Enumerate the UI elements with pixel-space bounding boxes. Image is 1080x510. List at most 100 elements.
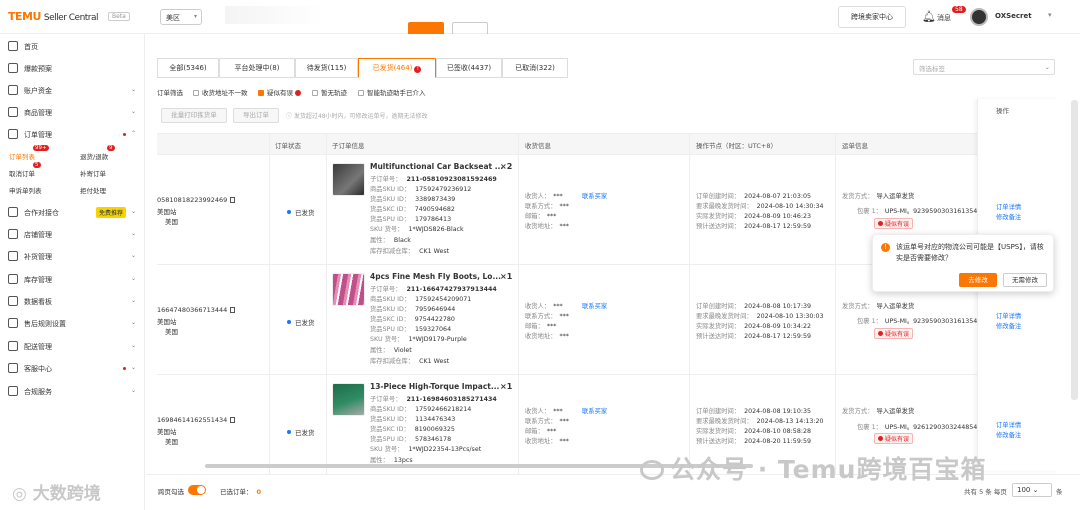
order-detail-link[interactable]: 订单详情 [996,311,1021,320]
chevron-down-icon: ⌄ [131,387,137,394]
tab-pending[interactable]: 待发货(115) [295,58,358,78]
order-detail-link[interactable]: 订单详情 [996,420,1021,429]
sidebar-item-aftersale[interactable]: 售后规则设置 ⌄ [0,313,145,335]
ship-method: 发货方式： 导入运单发货 [842,408,915,415]
tab-cancelled[interactable]: 已取消(322) [502,58,568,78]
watermark-right: 公众号 · Temu跨境百宝箱 [640,450,986,486]
watermark-left: ◎ 大数跨境 [12,484,101,504]
avatar[interactable] [970,8,988,26]
sidebar-item-orders[interactable]: 订单管理 ⌃ [0,124,145,146]
tab-processing[interactable]: 平台处理中(8) [219,58,295,78]
sub-order-no: 子订单号： 211-16647427937913444 [370,286,497,293]
sidebar-item-products[interactable]: 商品管理 ⌄ [0,102,145,124]
modify-note-link[interactable]: 修改备注 [996,212,1021,221]
sidebar-item-partner-warehouse[interactable]: 合作对接仓 免费推荐 ⌄ [0,202,145,224]
sidebar-sub-returns[interactable]: 退货/退款 9 [80,145,115,161]
sidebar-item-compliance[interactable]: 合规服务 ⌄ [0,381,145,403]
checkbox[interactable] [193,90,199,96]
pager-summary: 共有 5 条 每页 [964,488,1007,496]
checkbox[interactable] [358,90,364,96]
notification-dot [123,133,126,136]
contact-buyer-link[interactable]: 联系买家 [582,406,607,415]
filter-smart-assistant[interactable]: 智能轨迹助手已介入 [358,87,426,97]
modify-note-link[interactable]: 修改备注 [996,321,1021,330]
filter-no-tracking[interactable]: 暂无轨迹 [312,87,347,97]
username[interactable]: OXSecret [995,12,1032,20]
top-bar: TEMU Seller Central Beta 美区 ▾ 跨境卖家中心 🔔︎ 消息… [0,0,1080,36]
tab-signed[interactable]: 已签收(4437) [436,58,502,78]
checkbox-checked[interactable] [258,90,264,96]
sidebar-item-service[interactable]: 客服中心 ⌄ [0,358,145,380]
sidebar-item-restock[interactable]: 补货管理 ⌄ [0,246,145,268]
sidebar-sub-chargeback[interactable]: 拒付处理 [80,185,106,195]
copy-icon[interactable] [230,197,236,203]
warning-icon [878,436,883,441]
hot-icon [8,63,18,73]
chevron-down-icon: ⌄ [131,342,137,349]
chevron-down-icon: ⌄ [131,319,137,326]
order-detail-link[interactable]: 订单详情 [996,202,1021,211]
sidebar-item-account[interactable]: 账户资金 ⌄ [0,80,145,102]
sidebar-sub-appeals[interactable]: 申诉单列表 [9,185,42,195]
temu-logo[interactable]: TEMU Seller Central [8,10,99,23]
skc-id: 货品SKC ID： 8190069325 [370,426,455,433]
cross-border-center-button[interactable]: 跨境卖家中心 [838,6,906,28]
copy-icon[interactable] [230,417,236,423]
required-ship-time: 要求最晚发货时间： 2024-08-13 14:13:20 [696,418,824,425]
sidebar-sub-resend[interactable]: 补寄订单 [80,168,106,178]
product-thumbnail[interactable] [332,383,365,416]
region-label: 美国 [165,218,178,226]
contact-buyer-link[interactable]: 联系买家 [582,191,607,200]
messages-label[interactable]: 消息 [937,13,951,23]
page-size-select[interactable]: 100 ⌄ [1012,483,1052,497]
warning-icon [878,221,883,226]
sidebar-item-hot-plan[interactable]: 爆款预案 [0,58,145,80]
filter-suspected-error[interactable]: 疑似有误 [258,87,301,97]
expected-delivery: 预计送达时间： 2024-08-17 12:59:59 [696,333,811,340]
checkbox[interactable] [312,90,318,96]
no-modify-button[interactable]: 无需修改 [1003,273,1047,287]
vertical-scrollbar[interactable] [1071,100,1078,400]
order-number[interactable]: 166474803667134​44 [157,306,236,314]
skc-id: 货品SKC ID： 7490594682 [370,206,455,213]
sidebar-sub-order-list[interactable]: 订单列表 99+ [9,145,49,161]
sidebar-item-inventory[interactable]: 库存管理 ⌄ [0,269,145,291]
cross-page-toggle[interactable] [188,485,206,495]
bell-icon[interactable]: 🔔︎ [922,10,936,23]
product-qty: ×2 [500,162,513,171]
notification-dot [123,367,126,370]
chevron-down-icon[interactable]: ▾ [1048,11,1052,19]
tab-all[interactable]: 全部(5346) [157,58,219,78]
goods-sku: 货品SKU ID： 7959646944 [370,306,456,313]
sidebar-item-store[interactable]: 店铺管理 ⌄ [0,224,145,246]
contact-buyer-link[interactable]: 联系买家 [582,301,607,310]
order-number[interactable]: 0581081822399246​9 [157,196,236,204]
chart-icon [8,296,18,306]
region-label: 美国 [165,438,178,446]
chevron-down-icon: ⌄ [131,108,137,115]
product-title[interactable]: 4pcs Fine Mesh Fly Boots, Lo... [370,272,501,281]
filter-address-mismatch[interactable]: 收货地址不一致 [193,87,248,97]
order-number[interactable]: 1698461416255143​4 [157,416,236,424]
modify-note-link[interactable]: 修改备注 [996,430,1021,439]
go-modify-button[interactable]: 去修改 [959,273,997,287]
sidebar-item-dashboard[interactable]: 数据看板 ⌄ [0,291,145,313]
region-select[interactable]: 美区 ▾ [160,9,202,25]
product-thumbnail[interactable] [332,163,365,196]
spu-id: 货品SPU ID： 179786413 [370,216,452,223]
headset-icon [8,363,18,373]
tag-filter-select[interactable]: 筛选标签 ⌄ [913,59,1055,75]
sidebar-sub-cancel[interactable]: 取消订单 5 [9,162,41,178]
batch-print-button[interactable]: 批量打印拣货单 [161,108,227,123]
restock-icon [8,251,18,261]
product-title[interactable]: 13-Piece High-Torque Impact... [370,382,499,391]
sidebar-item-delivery[interactable]: 配送管理 ⌄ [0,336,145,358]
sidebar-item-home[interactable]: 首页 [0,36,145,58]
status-badge: 已发货 [287,427,315,437]
copy-icon[interactable] [230,307,236,313]
product-title[interactable]: Multifunctional Car Backseat ... [370,162,503,171]
chevron-up-icon: ⌃ [131,130,137,137]
export-button[interactable]: 导出订单 [233,108,279,123]
tab-shipped[interactable]: 已发货(464)! [358,58,436,78]
product-thumbnail[interactable] [332,273,365,306]
